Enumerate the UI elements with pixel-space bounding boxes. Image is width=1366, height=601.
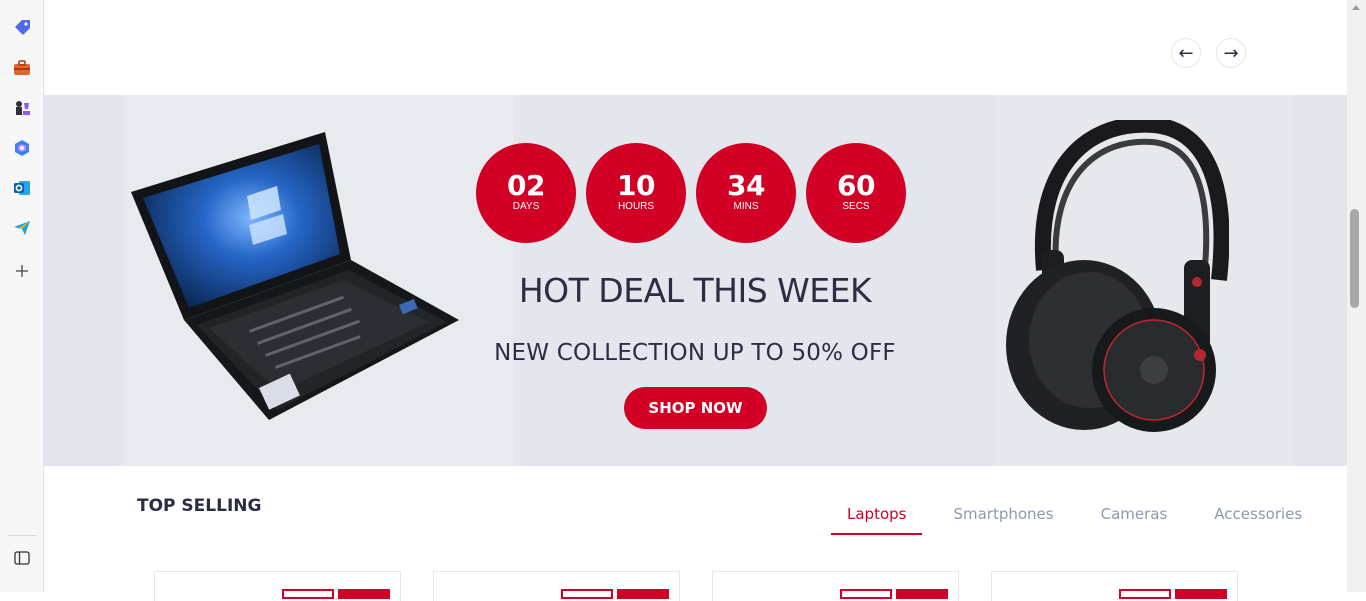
countdown-days-value: 02	[507, 169, 545, 202]
countdown-secs-label: SECS	[842, 201, 870, 212]
tab-accessories[interactable]: Accessories	[1198, 505, 1318, 535]
tab-cameras[interactable]: Cameras	[1085, 505, 1184, 535]
add-icon[interactable]	[11, 260, 33, 282]
deal-subtitle: NEW COLLECTION UP TO 50% OFF	[494, 340, 896, 366]
product-card[interactable]	[712, 571, 959, 601]
tag-icon[interactable]	[11, 17, 33, 39]
countdown-secs: 60 SECS	[806, 143, 906, 243]
sidebar-divider	[8, 535, 36, 536]
tab-smartphones[interactable]: Smartphones	[937, 505, 1069, 535]
countdown-hours: 10 HOURS	[586, 143, 686, 243]
page: ← → 02 DAYS 10 HOURS 34 MINS 60 SECS HOT…	[44, 0, 1347, 601]
send-icon[interactable]	[11, 217, 33, 239]
browser-sidebar	[0, 0, 44, 592]
countdown-mins: 34 MINS	[696, 143, 796, 243]
sale-badge	[840, 589, 892, 599]
countdown-mins-value: 34	[727, 169, 765, 202]
top-selling-title: TOP SELLING	[137, 496, 262, 516]
product-card[interactable]	[433, 571, 680, 601]
shop-now-button[interactable]: SHOP NOW	[624, 387, 767, 429]
slider-next-button[interactable]: →	[1216, 38, 1246, 68]
new-badge	[338, 589, 390, 599]
countdown-hours-label: HOURS	[617, 201, 655, 212]
scrollbar-thumb[interactable]	[1350, 209, 1359, 308]
outlook-icon[interactable]	[11, 177, 33, 199]
chess-icon[interactable]	[11, 97, 33, 119]
copilot-icon[interactable]	[11, 137, 33, 159]
headphones-image	[1006, 120, 1229, 432]
countdown-days-label: DAYS	[512, 201, 540, 212]
sidebar-toggle-icon[interactable]	[11, 547, 33, 569]
arrow-left-icon: ←	[1178, 42, 1194, 64]
deal-countdown: 02 DAYS 10 HOURS 34 MINS 60 SECS	[476, 143, 906, 243]
countdown-secs-value: 60	[837, 169, 875, 202]
hot-deal-banner: 02 DAYS 10 HOURS 34 MINS 60 SECS HOT DEA…	[44, 95, 1347, 466]
new-badge	[1175, 589, 1227, 599]
countdown-days: 02 DAYS	[476, 143, 576, 243]
product-card[interactable]	[154, 571, 401, 601]
sale-badge	[282, 589, 334, 599]
product-card[interactable]	[991, 571, 1238, 601]
arrow-right-icon: →	[1223, 42, 1239, 64]
countdown-hours-value: 10	[617, 169, 655, 202]
countdown-mins-label: MINS	[733, 201, 759, 212]
sale-badge	[561, 589, 613, 599]
top-selling-tabs: Laptops Smartphones Cameras Accessories	[831, 505, 1333, 535]
briefcase-icon[interactable]	[11, 57, 33, 79]
sale-badge	[1119, 589, 1171, 599]
laptop-image	[131, 132, 459, 420]
tab-laptops[interactable]: Laptops	[831, 505, 923, 535]
new-badge	[617, 589, 669, 599]
slider-prev-button[interactable]: ←	[1171, 38, 1201, 68]
scroll-up-icon[interactable]	[1352, 5, 1360, 10]
new-badge	[896, 589, 948, 599]
deal-title: HOT DEAL THIS WEEK	[518, 271, 872, 310]
